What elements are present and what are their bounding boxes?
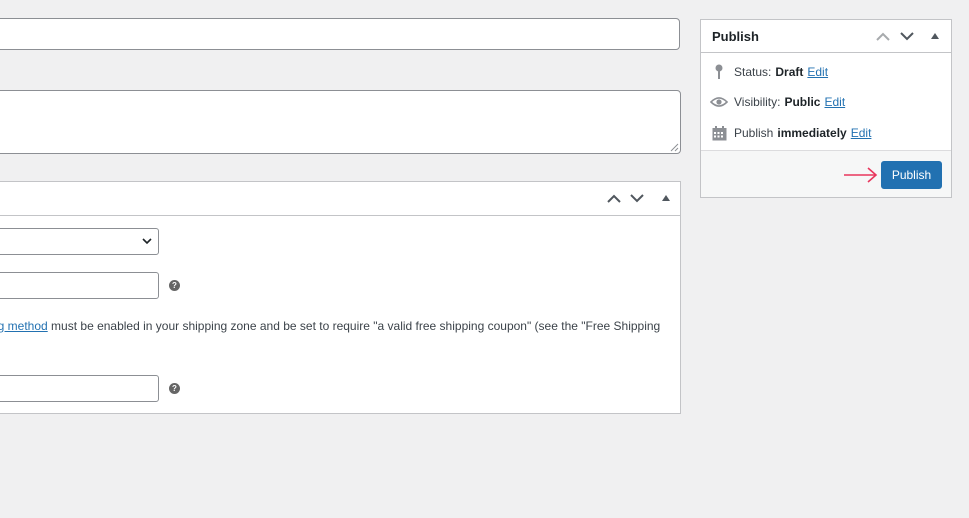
title-input[interactable] <box>0 18 680 50</box>
edit-status-link[interactable]: Edit <box>807 65 828 79</box>
publish-button[interactable]: Publish <box>881 161 942 189</box>
edit-visibility-link[interactable]: Edit <box>824 95 845 109</box>
chevron-down-icon <box>630 193 644 202</box>
chevron-up-icon <box>607 194 621 203</box>
publish-actions: Publish <box>701 150 951 197</box>
visibility-row: Visibility: Public Edit <box>710 93 845 111</box>
arrow-right-icon <box>844 167 878 183</box>
schedule-label: Publish <box>734 126 774 140</box>
toggle-panel-button[interactable] <box>656 188 676 208</box>
metabox-header <box>0 182 680 216</box>
coupon-data-metabox: ? ng method must be enabled in your ship… <box>0 181 681 414</box>
publish-box: Publish Status: Draft Edit Visibility: P… <box>700 19 952 198</box>
move-down-button[interactable] <box>627 188 647 208</box>
discount-type-select[interactable] <box>0 228 159 255</box>
move-up-button[interactable] <box>604 188 624 208</box>
expiry-date-input[interactable] <box>0 375 159 402</box>
move-up-button[interactable] <box>873 26 893 46</box>
status-label: Status: <box>734 65 772 79</box>
eye-icon <box>710 93 728 111</box>
description-textarea[interactable] <box>0 90 681 154</box>
chevron-down-icon <box>900 31 914 40</box>
status-value: Draft <box>775 65 804 79</box>
chevron-up-icon <box>876 32 890 41</box>
status-row: Status: Draft Edit <box>710 63 828 81</box>
help-icon[interactable]: ? <box>169 383 180 394</box>
shipping-method-link[interactable]: ng method <box>0 319 48 333</box>
toggle-panel-button[interactable] <box>925 26 945 46</box>
schedule-row: Publish immediately Edit <box>710 124 871 142</box>
calendar-icon <box>710 124 728 142</box>
triangle-up-icon <box>931 33 939 39</box>
publish-header: Publish <box>701 20 951 53</box>
visibility-value: Public <box>784 95 821 109</box>
resize-grip-icon[interactable] <box>670 143 679 152</box>
free-shipping-description: ng method must be enabled in your shippi… <box>0 319 671 333</box>
schedule-value: immediately <box>777 126 847 140</box>
pin-icon <box>710 63 728 81</box>
move-down-button[interactable] <box>897 26 917 46</box>
publish-box-title: Publish <box>712 29 759 44</box>
visibility-label: Visibility: <box>734 95 781 109</box>
edit-schedule-link[interactable]: Edit <box>851 126 872 140</box>
triangle-up-icon <box>662 195 670 201</box>
chevron-down-icon <box>142 238 152 245</box>
coupon-amount-input[interactable] <box>0 272 159 299</box>
help-icon[interactable]: ? <box>169 280 180 291</box>
